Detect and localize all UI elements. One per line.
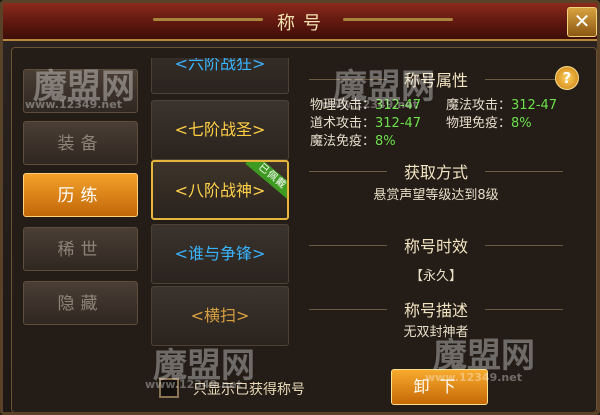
divider-line (485, 245, 563, 246)
category-tab-equipment-label: 装备 (57, 134, 104, 154)
title-item-4-label: <谁与争锋> (174, 244, 266, 263)
title-item-3-label: <八阶战神> (174, 181, 266, 200)
owned-only-label: 只显示已获得称号 (193, 382, 305, 398)
close-icon[interactable]: ✕ (567, 7, 597, 37)
attr-magic-attack-value: 312-47 (511, 98, 558, 113)
attr-magic-attack-label: 魔法攻击： (446, 98, 512, 113)
divider-line (485, 309, 563, 310)
attribute-row-2b: 物理免疫：8% (446, 112, 532, 131)
title-item-1[interactable]: <六阶战狂> (151, 58, 289, 94)
unequip-button[interactable]: 卸下 (391, 369, 488, 405)
title-ornament-right (343, 18, 453, 21)
help-icon[interactable]: ? (555, 66, 579, 90)
category-tab-training[interactable]: 历练 (23, 173, 138, 217)
attribute-row-2: 道术攻击：312-47 (310, 112, 421, 131)
attr-physical-attack-label: 物理攻击： (310, 98, 376, 113)
title-item-2-label: <七阶战圣> (174, 120, 266, 139)
window-title: 称号 (277, 13, 329, 34)
attr-magic-immunity-label: 魔法免疫： (310, 134, 376, 149)
category-tab-hidden[interactable]: 隐藏 (23, 281, 138, 325)
attribute-row-1: 物理攻击：312-47 (310, 94, 421, 113)
window-titlebar: 称号 ✕ (3, 3, 597, 41)
divider-line (485, 79, 563, 80)
category-tab-equipment[interactable]: 装备 (23, 121, 138, 165)
title-item-1-label: <六阶战狂> (174, 58, 266, 73)
title-item-2[interactable]: <七阶战圣> (151, 100, 289, 160)
description-header: 称号描述 (309, 299, 563, 320)
attr-taoist-attack-value: 312-47 (375, 116, 422, 131)
acquire-header: 获取方式 (309, 161, 563, 182)
attr-magic-immunity-value: 8% (375, 134, 396, 149)
title-item-4[interactable]: <谁与争锋> (151, 224, 289, 284)
title-item-5-label: <横扫> (190, 306, 250, 325)
title-item-5[interactable]: <横扫> (151, 286, 289, 346)
category-tab-rare[interactable]: 稀世 (23, 227, 138, 271)
acquire-text: 悬赏声望等级达到8级 (373, 188, 499, 203)
attr-taoist-attack-label: 道术攻击： (310, 116, 376, 131)
category-tab-hidden-label: 隐藏 (57, 294, 104, 314)
category-tab-training-label: 历练 (57, 186, 104, 206)
owned-only-checkbox[interactable] (159, 378, 179, 398)
attr-physical-attack-value: 312-47 (375, 98, 422, 113)
attr-physical-immunity-label: 物理免疫： (446, 116, 512, 131)
attribute-row-1b: 魔法攻击：312-47 (446, 94, 557, 113)
title-item-3-selected[interactable]: <八阶战神> 已佩戴 (151, 160, 289, 220)
title-window: 称号 ✕ 装备 历练 稀世 隐藏 <六阶战狂> <七阶战圣> <八阶战神> 已佩… (0, 0, 600, 415)
duration-text: 【永久】 (409, 269, 462, 284)
description-text: 无双封神者 (403, 325, 469, 340)
category-tab-rare-label: 稀世 (57, 240, 104, 260)
attr-physical-immunity-value: 8% (511, 116, 532, 131)
attributes-header: 称号属性 (309, 69, 563, 90)
category-tab-1[interactable] (23, 69, 138, 113)
attribute-row-3: 魔法免疫：8% (310, 130, 396, 149)
divider-line (485, 171, 563, 172)
duration-header: 称号时效 (309, 235, 563, 256)
title-list[interactable]: <六阶战狂> <七阶战圣> <八阶战神> 已佩戴 <谁与争锋> <横扫> (149, 58, 291, 358)
